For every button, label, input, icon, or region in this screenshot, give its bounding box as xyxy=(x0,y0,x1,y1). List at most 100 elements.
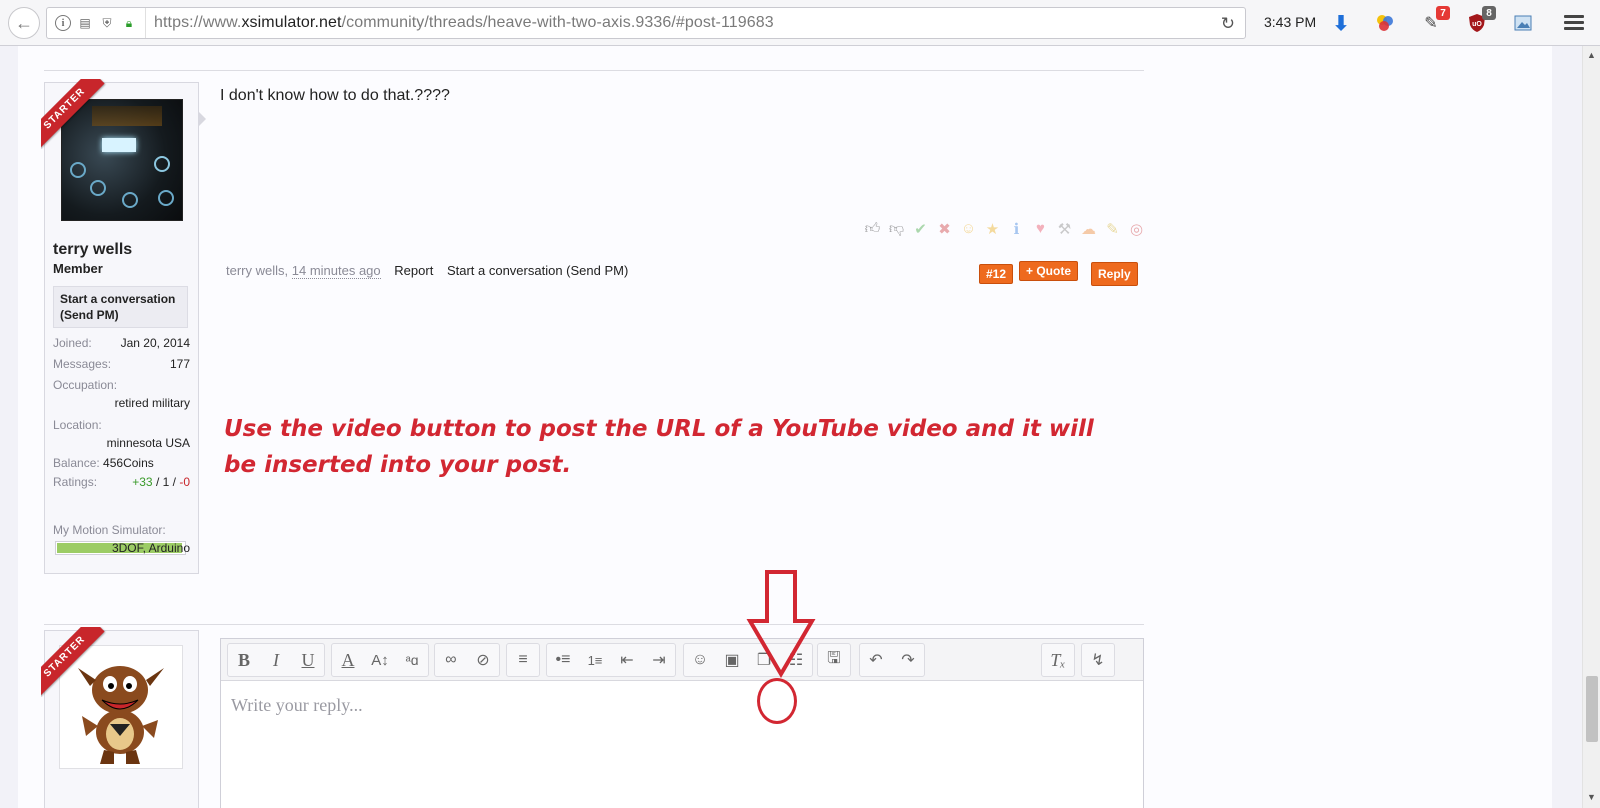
download-icon[interactable]: ⬇ xyxy=(1330,12,1352,35)
shield-badge: 7 xyxy=(1436,6,1450,20)
toolbar-group-clear: Tₓ xyxy=(1041,643,1075,677)
save-draft-icon[interactable]: 🖫︎ xyxy=(818,644,850,676)
ublock-badge: 8 xyxy=(1482,6,1496,20)
font-family-icon[interactable]: ᵃɑ xyxy=(396,644,428,676)
lock-icon[interactable]: 🔒︎ xyxy=(121,15,137,31)
agree-icon[interactable]: ✔ xyxy=(910,218,931,239)
svg-text:uO: uO xyxy=(1472,21,1482,28)
reply-placeholder: Write your reply... xyxy=(231,695,363,715)
stat-messages: Messages: 177 xyxy=(53,357,190,371)
info-icon[interactable]: i xyxy=(55,15,71,31)
reply-button[interactable]: Reply xyxy=(1091,262,1138,286)
useful-icon[interactable]: ⚒ xyxy=(1054,218,1075,239)
redo-icon[interactable]: ↷ xyxy=(892,644,924,676)
browser-toolbar: ← i ▤ ⛨ 🔒︎ https://www.xsimulator.net/co… xyxy=(0,0,1600,46)
toolbar-group-align: ≡ xyxy=(506,643,540,677)
love-icon[interactable]: ♥ xyxy=(1030,218,1051,239)
stat-location: Location: minnesota USA xyxy=(53,418,190,450)
indent-icon[interactable]: ⇥ xyxy=(643,644,675,676)
reader-icon[interactable]: ▤ xyxy=(77,15,93,31)
stat-occupation: Occupation: retired military xyxy=(53,378,190,410)
font-color-icon[interactable]: A xyxy=(332,644,364,676)
meta-time[interactable]: 14 minutes ago xyxy=(291,263,381,279)
scrollbar[interactable]: ▲ ▼ xyxy=(1582,46,1600,808)
starter-ribbon: STARTER xyxy=(41,79,111,149)
extension-colorful-icon[interactable] xyxy=(1374,12,1396,34)
tracking-shield-icon[interactable]: ⛨ xyxy=(99,15,115,31)
funny-icon[interactable]: ☺ xyxy=(958,218,979,239)
user-title: Member xyxy=(53,261,103,276)
late-icon[interactable]: ◎ xyxy=(1126,218,1147,239)
scroll-thumb[interactable] xyxy=(1586,676,1598,742)
card-pointer xyxy=(198,111,206,127)
undo-icon[interactable]: ↶ xyxy=(860,644,892,676)
post-message: I don't know how to do that.???? xyxy=(220,87,450,104)
page: STARTER terry wells Member Start a conve… xyxy=(0,46,1582,808)
annotation-text: Use the video button to post the URL of … xyxy=(224,416,1094,478)
optimistic-icon[interactable]: ✎ xyxy=(1102,218,1123,239)
toolbar-group-source: ↯ xyxy=(1081,643,1115,677)
creative-icon[interactable]: ☁ xyxy=(1078,218,1099,239)
image-extension-icon[interactable] xyxy=(1512,12,1534,34)
stat-simulator: My Motion Simulator: 3DOF, Arduino xyxy=(53,523,190,555)
back-arrow-icon: ← xyxy=(15,12,33,33)
permalink-button[interactable]: #12 xyxy=(979,264,1014,284)
url-text[interactable]: https://www.xsimulator.net/community/thr… xyxy=(146,14,774,32)
toolbar-group-format: B I U xyxy=(227,643,325,677)
toolbar-group-lists: •≡ 1≡ ⇤ ⇥ xyxy=(546,643,676,677)
remove-format-icon[interactable]: Tₓ xyxy=(1042,644,1074,676)
annotation-circle xyxy=(757,678,797,724)
hamburger-menu-icon[interactable] xyxy=(1564,12,1586,34)
informative-icon[interactable]: ℹ xyxy=(1006,218,1027,239)
reply-editor[interactable]: B I U A A↕ ᵃɑ ∞ ⊘ ≡ •≡ 1≡ ⇤ ⇥ ☺ ▣ ❐ ☷ 🖫︎… xyxy=(220,638,1144,808)
address-bar[interactable]: i ▤ ⛨ 🔒︎ https://www.xsimulator.net/comm… xyxy=(46,7,1246,39)
numbered-list-icon[interactable]: 1≡ xyxy=(579,644,611,676)
post-meta: terry wells, 14 minutes ago Report Start… xyxy=(226,263,629,279)
username[interactable]: terry wells xyxy=(53,241,132,259)
stat-ratings: Ratings: +33 / 1 / -0 xyxy=(53,475,190,489)
stat-balance: Balance: 456Coins xyxy=(53,456,154,470)
url-path: /community/threads/heave-with-two-axis.9… xyxy=(341,14,774,31)
scroll-up-icon[interactable]: ▲ xyxy=(1587,50,1596,60)
dislike-icon[interactable]: 👎︎ xyxy=(886,218,907,239)
start-conversation-button[interactable]: Start a conversation (Send PM) xyxy=(53,286,188,328)
site-identity[interactable]: i ▤ ⛨ 🔒︎ xyxy=(47,8,146,38)
post-divider xyxy=(44,70,1144,71)
bullet-list-icon[interactable]: •≡ xyxy=(547,644,579,676)
font-size-icon[interactable]: A↕ xyxy=(364,644,396,676)
bold-button[interactable]: B xyxy=(228,644,260,676)
unlink-icon[interactable]: ⊘ xyxy=(467,644,499,676)
like-icon[interactable]: 👍︎ xyxy=(862,218,883,239)
link-icon[interactable]: ∞ xyxy=(435,644,467,676)
toggle-bbcode-icon[interactable]: ↯ xyxy=(1082,644,1114,676)
editor-toolbar: B I U A A↕ ᵃɑ ∞ ⊘ ≡ •≡ 1≡ ⇤ ⇥ ☺ ▣ ❐ ☷ 🖫︎… xyxy=(221,639,1143,681)
reload-icon[interactable]: ↻ xyxy=(1221,14,1235,34)
post-rating-icons: 👍︎ 👎︎ ✔ ✖ ☺ ★ ℹ ♥ ⚒ ☁ ✎ ◎ xyxy=(862,218,1147,239)
reply-user-card: STARTER xyxy=(41,627,199,808)
smilie-icon[interactable]: ☺ xyxy=(684,644,716,676)
post-user-card: STARTER terry wells Member Start a conve… xyxy=(41,79,206,574)
meta-author[interactable]: terry wells xyxy=(226,263,285,278)
ublock-icon[interactable]: uO 8 xyxy=(1466,6,1496,34)
align-icon[interactable]: ≡ xyxy=(507,644,539,676)
extension-shield-icon[interactable]: ✎ 7 xyxy=(1420,6,1450,34)
clock: 3:43 PM xyxy=(1264,14,1317,30)
report-link[interactable]: Report xyxy=(394,263,433,278)
toolbar-group-draft: 🖫︎ xyxy=(817,643,851,677)
underline-button[interactable]: U xyxy=(292,644,324,676)
image-icon[interactable]: ▣ xyxy=(716,644,748,676)
url-prefix: https://www. xyxy=(154,14,242,31)
disagree-icon[interactable]: ✖ xyxy=(934,218,955,239)
reply-starter-ribbon: STARTER xyxy=(41,627,111,697)
stat-joined: Joined: Jan 20, 2014 xyxy=(53,336,190,350)
toolbar-group-history: ↶ ↷ xyxy=(859,643,925,677)
annotation-arrow xyxy=(746,570,816,678)
scroll-down-icon[interactable]: ▼ xyxy=(1587,792,1596,802)
quote-button[interactable]: + Quote xyxy=(1019,261,1079,281)
toolbar-group-links: ∞ ⊘ xyxy=(434,643,500,677)
outdent-icon[interactable]: ⇤ xyxy=(611,644,643,676)
start-conversation-link[interactable]: Start a conversation (Send PM) xyxy=(447,263,628,278)
back-button[interactable]: ← xyxy=(8,7,40,39)
italic-button[interactable]: I xyxy=(260,644,292,676)
winner-icon[interactable]: ★ xyxy=(982,218,1003,239)
